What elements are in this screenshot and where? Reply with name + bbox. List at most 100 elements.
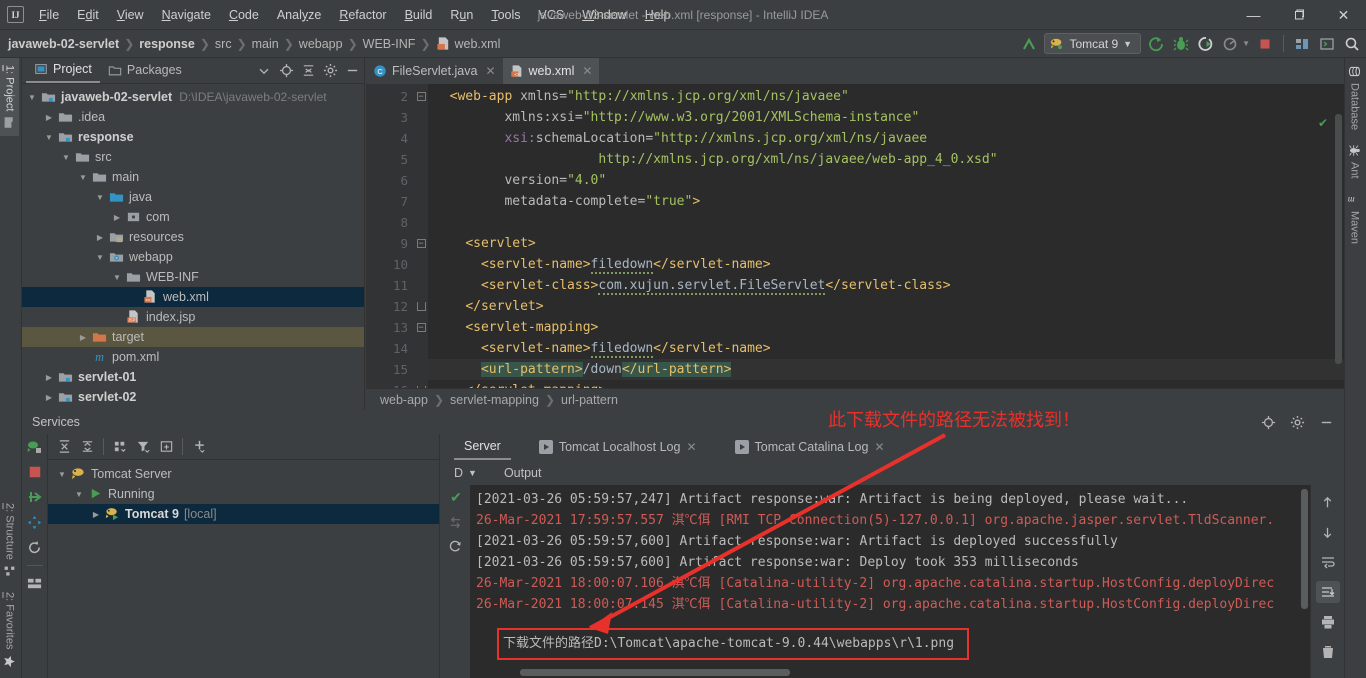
collapse-all-icon[interactable] <box>77 437 97 457</box>
fold-toggle-icon[interactable] <box>414 296 428 317</box>
gear-icon[interactable] <box>320 61 340 81</box>
layout-icon[interactable] <box>1292 34 1312 54</box>
hide-icon[interactable] <box>342 61 362 81</box>
code-line[interactable]: version="4.0" <box>428 170 1344 191</box>
close-icon[interactable]: ✕ <box>686 440 696 454</box>
menu-item-edit[interactable]: Edit <box>68 5 108 25</box>
down-arrow-icon[interactable] <box>1316 521 1340 543</box>
tool-tab-favorites[interactable]: 2: Favorites <box>0 585 19 674</box>
expand-all-icon[interactable] <box>54 437 74 457</box>
code-content[interactable]: <web-app xmlns="http://xmlns.jcp.org/xml… <box>428 84 1344 410</box>
chevron-down-icon[interactable]: ▼ <box>1123 39 1132 49</box>
output-selector[interactable]: D <box>454 466 463 480</box>
add-frame-icon[interactable] <box>156 437 176 457</box>
breadcrumb-item-0[interactable]: javaweb-02-servlet <box>8 37 119 51</box>
tree-node-webapp[interactable]: ▼ webapp <box>22 247 364 267</box>
chevron-right-icon[interactable]: ▶ <box>43 393 55 402</box>
tree-node-target[interactable]: ▶ target <box>22 327 364 347</box>
code-line[interactable]: xmlns:xsi="http://www.w3.org/2001/XMLSch… <box>428 107 1344 128</box>
deploy-icon[interactable] <box>27 489 43 505</box>
locate-icon[interactable] <box>1258 412 1278 432</box>
code-line[interactable]: <servlet-mapping> <box>428 317 1344 338</box>
chevron-right-icon[interactable]: ▶ <box>43 113 55 122</box>
service-node-tomcat-server[interactable]: ▼ Tomcat Server <box>48 464 439 484</box>
code-line[interactable]: <servlet> <box>428 233 1344 254</box>
fold-toggle-icon[interactable]: − <box>414 317 428 338</box>
run-configuration-selector[interactable]: Tomcat 9 ▼ <box>1044 33 1142 54</box>
service-node-running[interactable]: ▼ Running <box>48 484 439 504</box>
restart-icon[interactable] <box>448 539 463 554</box>
close-icon[interactable]: ✕ <box>874 440 884 454</box>
tree-node-index-jsp[interactable]: JSP index.jsp <box>22 307 364 327</box>
code-line[interactable]: <web-app xmlns="http://xmlns.jcp.org/xml… <box>428 86 1344 107</box>
tree-node-web-xml[interactable]: <> web.xml <box>22 287 364 307</box>
service-node-tomcat-9[interactable]: ▶ Tomcat 9 [local] <box>48 504 439 524</box>
expand-icon[interactable] <box>27 515 42 530</box>
tool-tab-maven[interactable]: m Maven <box>1345 186 1364 251</box>
tab-packages[interactable]: Packages <box>100 59 190 82</box>
scroll-left-icon[interactable] <box>448 515 463 530</box>
rerun-icon[interactable] <box>27 439 43 455</box>
run-icon[interactable] <box>1146 34 1166 54</box>
editor-breadcrumb-2[interactable]: url-pattern <box>561 393 618 407</box>
chevron-down-icon[interactable]: ▼ <box>43 133 55 142</box>
up-arrow-icon[interactable] <box>1316 491 1340 513</box>
build-icon[interactable] <box>1019 34 1039 54</box>
menu-item-file[interactable]: File <box>30 5 68 25</box>
tool-tab-structure[interactable]: 2: Structure <box>0 496 19 585</box>
profile-dropdown-icon[interactable]: ▼ <box>1242 39 1250 48</box>
profile-icon[interactable] <box>1221 34 1241 54</box>
stop-icon[interactable] <box>1255 34 1275 54</box>
tree-node--idea[interactable]: ▶ .idea <box>22 107 364 127</box>
fold-toggle-icon[interactable]: − <box>414 86 428 107</box>
tree-node-com[interactable]: ▶ com <box>22 207 364 227</box>
code-line[interactable]: http://xmlns.jcp.org/xml/ns/javaee/web-a… <box>428 149 1344 170</box>
tree-node-pom-xml[interactable]: m pom.xml <box>22 347 364 367</box>
chevron-down-icon[interactable]: ▼ <box>73 490 85 499</box>
terminal-icon[interactable] <box>1317 34 1337 54</box>
maximize-button[interactable] <box>1276 0 1321 30</box>
menu-item-analyze[interactable]: Analyze <box>268 5 330 25</box>
breadcrumb-item-4[interactable]: webapp <box>299 37 343 51</box>
add-icon[interactable] <box>189 437 209 457</box>
tool-tab-database[interactable]: Database <box>1345 58 1364 137</box>
editor-vertical-scrollbar[interactable] <box>1335 114 1342 364</box>
layout-icon[interactable] <box>27 576 42 591</box>
menu-item-run[interactable]: Run <box>441 5 482 25</box>
run-coverage-icon[interactable] <box>1196 34 1216 54</box>
menu-item-refactor[interactable]: Refactor <box>330 5 395 25</box>
breadcrumb-item-5[interactable]: WEB-INF <box>363 37 416 51</box>
breadcrumb-item-3[interactable]: main <box>252 37 279 51</box>
collapse-all-icon[interactable] <box>298 61 318 81</box>
gear-icon[interactable] <box>1287 412 1307 432</box>
services-tab-tomcat-catalina-log[interactable]: Tomcat Catalina Log ✕ <box>725 436 895 459</box>
chevron-down-icon[interactable]: ▼ <box>468 468 477 478</box>
editor-tab-fileservlet[interactable]: C FileServlet.java ✕ <box>366 58 503 84</box>
print-icon[interactable] <box>1316 611 1340 633</box>
fold-toggle-icon[interactable]: − <box>414 233 428 254</box>
breadcrumb-item-1[interactable]: response <box>139 37 195 51</box>
refresh-icon[interactable] <box>27 540 42 555</box>
chevron-down-icon[interactable]: ▼ <box>94 253 106 262</box>
close-icon[interactable]: ✕ <box>485 64 495 78</box>
chevron-down-icon[interactable]: ▼ <box>94 193 106 202</box>
chevron-down-icon[interactable]: ▼ <box>111 273 123 282</box>
menu-item-navigate[interactable]: Navigate <box>153 5 220 25</box>
filter-icon[interactable] <box>133 437 153 457</box>
tree-node-main[interactable]: ▼ main <box>22 167 364 187</box>
code-line[interactable]: xsi:schemaLocation="http://xmlns.jcp.org… <box>428 128 1344 149</box>
group-icon[interactable] <box>110 437 130 457</box>
code-line[interactable]: </servlet> <box>428 296 1344 317</box>
debug-icon[interactable] <box>1171 34 1191 54</box>
code-line[interactable]: <servlet-name>filedown</servlet-name> <box>428 254 1344 275</box>
code-line[interactable]: <url-pattern>/down</url-pattern> <box>428 359 1344 380</box>
services-tab-server[interactable]: Server <box>454 435 511 460</box>
chevron-right-icon[interactable]: ▶ <box>77 333 89 342</box>
tool-tab-project[interactable]: 1: Project <box>0 58 19 137</box>
soft-wrap-icon[interactable] <box>1316 551 1340 573</box>
tab-project[interactable]: Project <box>26 58 100 83</box>
scroll-to-end-icon[interactable] <box>1315 581 1340 603</box>
menu-item-code[interactable]: Code <box>220 5 268 25</box>
breadcrumb-item-2[interactable]: src <box>215 37 232 51</box>
tree-node-servlet-01[interactable]: ▶ servlet-01 <box>22 367 364 387</box>
